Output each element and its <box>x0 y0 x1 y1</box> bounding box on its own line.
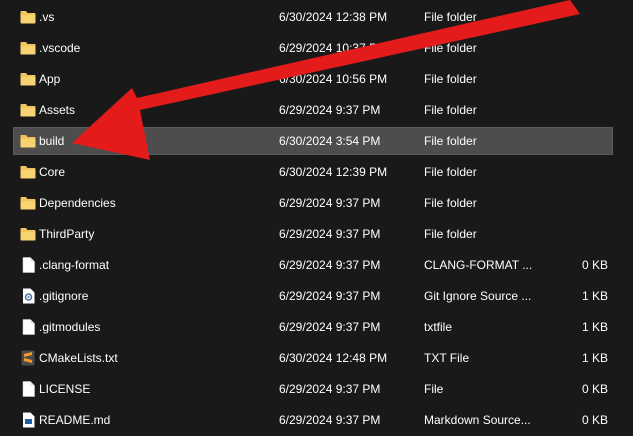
file-size: 1 KB <box>581 320 608 334</box>
sublime-file-icon <box>19 345 37 371</box>
file-name: ThirdParty <box>39 227 95 241</box>
file-size: 1 KB <box>581 289 608 303</box>
file-row[interactable]: Core 6/30/2024 12:39 PM File folder <box>13 158 613 186</box>
file-icon <box>19 314 37 340</box>
file-type: File folder <box>424 10 477 24</box>
file-row[interactable]: .clang-format 6/29/2024 9:37 PM CLANG-FORM… <box>13 251 613 279</box>
file-row[interactable]: .vscode 6/29/2024 10:37 PM File folder <box>13 34 613 62</box>
file-type: File folder <box>424 165 477 179</box>
file-name: .vs <box>39 10 55 24</box>
file-size <box>548 221 608 247</box>
file-type: CLANG-FORMAT ... <box>424 258 533 272</box>
file-row[interactable]: Dependencies 6/29/2024 9:37 PM File folder <box>13 189 613 217</box>
file-name: CMakeLists.txt <box>39 351 118 365</box>
file-type: Markdown Source... <box>424 413 531 427</box>
file-row[interactable]: README.md 6/29/2024 9:37 PM Markdown Sourc… <box>13 406 613 434</box>
folder-icon <box>19 221 37 247</box>
file-name: LICENSE <box>39 382 91 396</box>
file-size <box>548 128 608 154</box>
file-row[interactable]: CMakeLists.txt 6/30/2024 12:48 PM TXT File… <box>13 344 613 372</box>
folder-icon <box>19 190 37 216</box>
folder-icon <box>19 97 37 123</box>
file-type: File folder <box>424 41 477 55</box>
file-row[interactable]: build 6/30/2024 3:54 PM File folder <box>13 127 613 155</box>
file-row[interactable]: .gitignore 6/29/2024 9:37 PM Git Ignore So… <box>13 282 613 310</box>
file-size: 1 KB <box>581 351 608 365</box>
file-date-modified: 6/29/2024 9:37 PM <box>279 320 381 334</box>
file-type: txtfile <box>424 320 453 334</box>
folder-icon <box>19 159 37 185</box>
file-date-modified: 6/29/2024 9:37 PM <box>279 413 381 427</box>
file-size <box>548 4 608 30</box>
file-date-modified: 6/30/2024 12:38 PM <box>279 10 388 24</box>
file-name: .gitignore <box>39 289 89 303</box>
file-date-modified: 6/29/2024 9:37 PM <box>279 382 381 396</box>
file-type: File folder <box>424 196 477 210</box>
file-date-modified: 6/29/2024 9:37 PM <box>279 258 381 272</box>
file-name: .gitmodules <box>39 320 101 334</box>
file-type: File folder <box>424 103 477 117</box>
file-row[interactable]: LICENSE 6/29/2024 9:37 PM File 0 KB <box>13 375 613 403</box>
file-date-modified: 6/29/2024 9:37 PM <box>279 227 381 241</box>
folder-icon <box>19 128 37 154</box>
file-size <box>548 190 608 216</box>
folder-icon <box>19 35 37 61</box>
file-name: build <box>39 134 65 148</box>
file-size: 0 KB <box>581 258 608 272</box>
file-name: App <box>39 72 61 86</box>
file-date-modified: 6/29/2024 9:37 PM <box>279 289 381 303</box>
file-date-modified: 6/29/2024 9:37 PM <box>279 196 381 210</box>
file-size: 0 KB <box>581 382 608 396</box>
file-type: TXT File <box>424 351 470 365</box>
markdown-file-icon <box>19 407 37 433</box>
folder-icon <box>19 4 37 30</box>
file-type: Git Ignore Source ... <box>424 289 532 303</box>
file-type: File folder <box>424 72 477 86</box>
file-size <box>548 97 608 123</box>
file-size <box>548 66 608 92</box>
file-date-modified: 6/29/2024 9:37 PM <box>279 103 381 117</box>
file-row[interactable]: ThirdParty 6/29/2024 9:37 PM File folder <box>13 220 613 248</box>
file-list: .vs 6/30/2024 12:38 PM File folder .vscode 6… <box>0 0 633 436</box>
file-icon <box>19 252 37 278</box>
file-name: README.md <box>39 413 111 427</box>
folder-icon <box>19 66 37 92</box>
gear-file-icon <box>19 283 37 309</box>
file-date-modified: 6/30/2024 3:54 PM <box>279 134 381 148</box>
file-date-modified: 6/30/2024 12:48 PM <box>279 351 388 365</box>
file-date-modified: 6/30/2024 12:39 PM <box>279 165 388 179</box>
file-size: 0 KB <box>581 413 608 427</box>
file-type: File <box>424 382 444 396</box>
file-date-modified: 6/29/2024 10:37 PM <box>279 41 388 55</box>
file-name: Core <box>39 165 66 179</box>
file-row[interactable]: Assets 6/29/2024 9:37 PM File folder <box>13 96 613 124</box>
file-row[interactable]: App 6/30/2024 10:56 PM File folder <box>13 65 613 93</box>
file-size <box>548 35 608 61</box>
file-type: File folder <box>424 134 477 148</box>
file-name: .clang-format <box>39 258 110 272</box>
file-type: File folder <box>424 227 477 241</box>
file-date-modified: 6/30/2024 10:56 PM <box>279 72 388 86</box>
file-name: .vscode <box>39 41 81 55</box>
file-row[interactable]: .gitmodules 6/29/2024 9:37 PM txtfile 1 KB <box>13 313 613 341</box>
file-icon <box>19 376 37 402</box>
file-size <box>548 159 608 185</box>
file-name: Dependencies <box>39 196 116 210</box>
file-row[interactable]: .vs 6/30/2024 12:38 PM File folder <box>13 3 613 31</box>
file-name: Assets <box>39 103 76 117</box>
